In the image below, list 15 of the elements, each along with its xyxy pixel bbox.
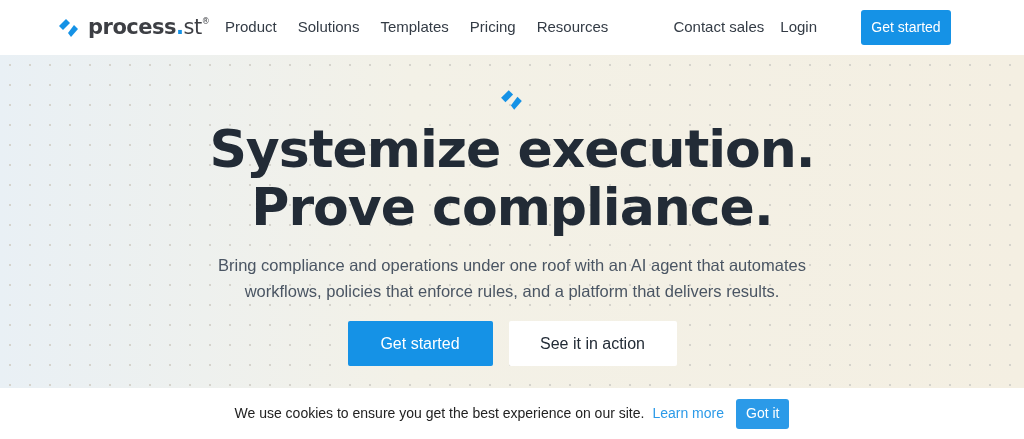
nav-link[interactable]: Contact sales	[673, 16, 765, 39]
nav-link[interactable]: Product	[225, 16, 277, 39]
hero-headline: Prove compliance.	[251, 178, 774, 236]
nav-link[interactable]: Templates	[380, 16, 449, 39]
hero-headline: Systemize execution.	[209, 120, 815, 178]
hero-subtext: Bring compliance and operations under one roof with an AI agent that automates workflows, policies that enforce rules, and a platform that delivers results.	[217, 255, 807, 302]
nav-link[interactable]: Solutions	[297, 16, 360, 39]
logo-icon	[58, 17, 80, 38]
nav-link[interactable]: Resources	[536, 16, 609, 39]
logo-text[interactable]: process.st$^{®}$	[88, 11, 210, 44]
nav-link[interactable]: Login	[780, 16, 817, 39]
see-it-in-action-button[interactable]: See it in action	[508, 321, 677, 366]
cookie-message: We use cookies to ensure you get the best experience on our site.	[234, 404, 645, 423]
logo-icon	[500, 88, 524, 112]
nav-link[interactable]: Pricing	[469, 16, 516, 39]
